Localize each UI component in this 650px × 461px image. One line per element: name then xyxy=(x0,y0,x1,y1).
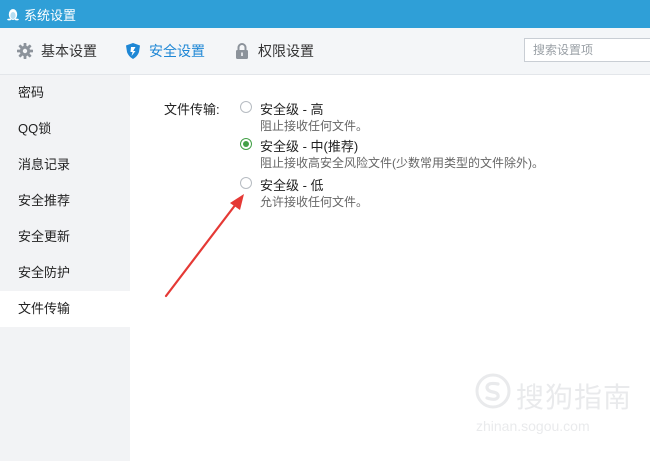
radio-button-checked[interactable] xyxy=(240,138,252,150)
radio-button[interactable] xyxy=(240,101,252,113)
watermark-logo-icon xyxy=(475,373,511,409)
tab-label: 安全设置 xyxy=(149,43,205,59)
sidebar-item-file-transfer[interactable]: 文件传输 xyxy=(0,291,130,327)
sidebar: 密码 QQ锁 消息记录 安全推荐 安全更新 安全防护 文件传输 xyxy=(0,75,130,461)
shield-icon xyxy=(126,43,140,59)
sidebar-item-qq-lock[interactable]: QQ锁 xyxy=(0,111,130,147)
settings-window: 系统设置 基本设置 安全设置 权限设置 搜索设置项 密码 QQ锁 消息记录 安全… xyxy=(0,0,650,461)
tab-security-settings[interactable]: 安全设置 xyxy=(124,28,205,74)
watermark-url: zhinan.sogou.com xyxy=(476,418,590,434)
search-input[interactable] xyxy=(524,38,650,62)
watermark: 搜狗指南 zhinan.sogou.com xyxy=(472,372,642,442)
gear-icon xyxy=(17,43,33,59)
option-description: 阻止接收高安全风险文件(少数常用类型的文件除外)。 xyxy=(260,156,544,170)
option-description: 允许接收任何文件。 xyxy=(260,195,369,209)
option-title: 安全级 - 高 xyxy=(260,102,324,117)
sidebar-item-message-history[interactable]: 消息记录 xyxy=(0,147,130,183)
tab-label: 权限设置 xyxy=(258,43,314,59)
sidebar-item-password[interactable]: 密码 xyxy=(0,75,130,111)
tab-basic-settings[interactable]: 基本设置 xyxy=(16,28,97,74)
option-title: 安全级 - 低 xyxy=(260,178,324,193)
top-tab-bar: 基本设置 安全设置 权限设置 xyxy=(0,28,650,75)
radio-button[interactable] xyxy=(240,177,252,189)
option-description: 阻止接收任何文件。 xyxy=(260,119,369,133)
option-title: 安全级 - 中(推荐) xyxy=(260,139,359,154)
lock-icon xyxy=(236,43,248,59)
tab-label: 基本设置 xyxy=(41,43,97,59)
sidebar-item-security-protection[interactable]: 安全防护 xyxy=(0,255,130,291)
sidebar-item-security-recommend[interactable]: 安全推荐 xyxy=(0,183,130,219)
file-transfer-label: 文件传输: xyxy=(164,102,220,117)
tab-permission-settings[interactable]: 权限设置 xyxy=(233,28,314,74)
window-title: 系统设置 xyxy=(24,7,77,23)
title-bar[interactable]: 系统设置 xyxy=(0,0,650,28)
qq-penguin-icon xyxy=(7,9,19,21)
watermark-text: 搜狗指南 xyxy=(516,382,633,413)
sidebar-item-security-update[interactable]: 安全更新 xyxy=(0,219,130,255)
